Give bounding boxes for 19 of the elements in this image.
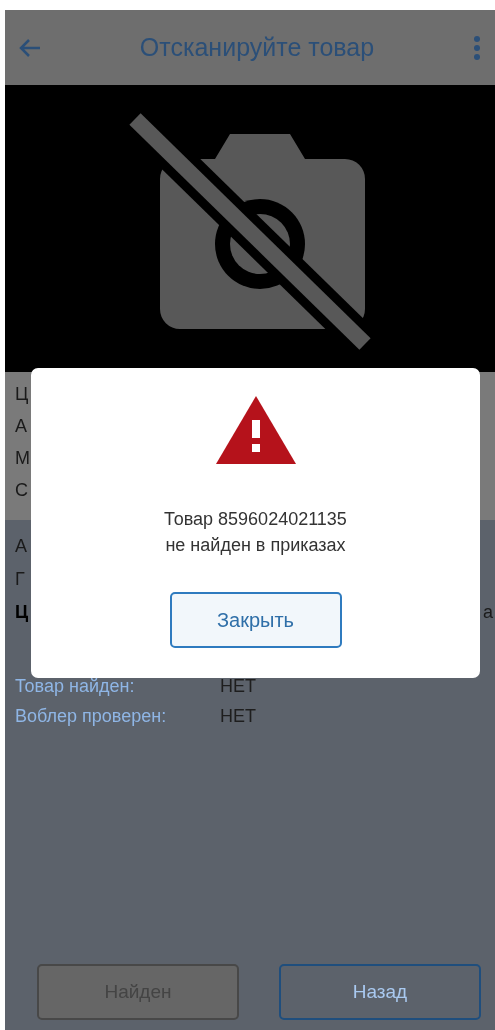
detail-label: Ц: [15, 384, 29, 404]
status-value: НЕТ: [220, 705, 256, 728]
dialog-message: Товар 8596024021135 не найден в приказах: [164, 508, 347, 557]
detail-label: А: [15, 416, 27, 436]
status-value: НЕТ: [220, 675, 256, 698]
detail-label: А: [15, 535, 27, 558]
action-button[interactable]: Назад: [279, 964, 481, 1020]
warning-icon: [215, 396, 296, 464]
status-label: Воблер проверен:: [15, 705, 168, 728]
detail-label: Ц: [15, 601, 29, 624]
detail-label: Г: [15, 568, 25, 591]
status-label: Товар найден:: [15, 675, 136, 698]
close-button[interactable]: Закрыть: [169, 592, 342, 648]
detail-label: С: [15, 480, 28, 500]
more-options-icon[interactable]: [473, 34, 481, 61]
detail-value: а: [483, 601, 493, 624]
detail-label: М: [15, 448, 30, 468]
back-arrow-icon[interactable]: [19, 37, 41, 58]
screen-title: Отсканируйте товар: [138, 33, 376, 62]
